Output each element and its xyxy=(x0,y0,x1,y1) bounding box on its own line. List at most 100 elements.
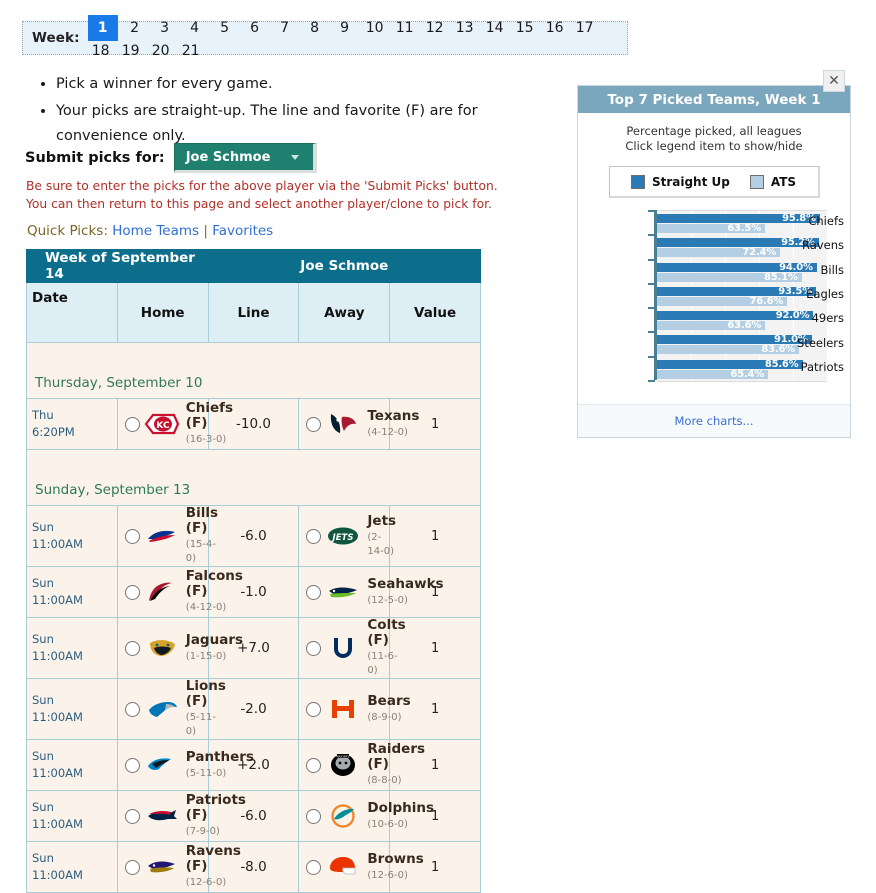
away-team-radio[interactable] xyxy=(306,757,322,773)
submit-warning-line-1: Be sure to enter the picks for the above… xyxy=(26,179,498,193)
home-team-radio[interactable] xyxy=(124,584,140,600)
week-link-6[interactable]: 6 xyxy=(243,18,267,38)
game-date-cell: Sun 11:00AM xyxy=(26,617,118,679)
column-header-home: Home xyxy=(116,282,209,343)
game-date-cell: Thu 6:20PM xyxy=(26,398,118,450)
instruction-item-2: Your picks are straight-up. The line and… xyxy=(56,99,550,149)
week-link-8[interactable]: 8 xyxy=(303,18,327,38)
week-link-7[interactable]: 7 xyxy=(273,18,297,38)
chart-bar-bills-ats: 85.1% xyxy=(657,272,802,283)
instructions-list: Pick a winner for every game.Your picks … xyxy=(30,72,550,151)
week-link-9[interactable]: 9 xyxy=(333,18,357,38)
home-team-name: Bills (F) xyxy=(185,505,219,536)
game-date-cell: Sun 11:00AM xyxy=(26,790,118,842)
svg-text:KC: KC xyxy=(156,421,170,431)
week-link-16[interactable]: 16 xyxy=(543,18,567,38)
close-icon[interactable]: ✕ xyxy=(823,70,845,92)
legend-label: Straight Up xyxy=(651,174,730,189)
away-team-record: (10-6-0) xyxy=(367,818,408,830)
more-charts-link[interactable]: More charts... xyxy=(674,414,753,428)
quick-picks-row: Quick Picks: Home Teams | Favorites xyxy=(27,223,273,239)
legend-swatch xyxy=(630,174,645,189)
home-team-radio[interactable] xyxy=(124,859,140,875)
chart-category-label: Chiefs xyxy=(808,214,844,229)
chart-bar-value: 63.5% xyxy=(727,223,761,234)
week-link-15[interactable]: 15 xyxy=(513,18,537,38)
away-team-radio[interactable] xyxy=(306,859,322,875)
week-selector: Week: 1 2 3 4 5 6 7 8 9 10 11 12 13 14 15 16 1718 19 20 21 xyxy=(22,15,628,59)
jets-logo-icon: JETS xyxy=(324,521,362,551)
home-team-radio[interactable] xyxy=(124,757,140,773)
chart-legend-item-ats[interactable]: ATS xyxy=(749,174,796,189)
home-team-name: Patriots (F) xyxy=(185,792,246,823)
week-link-14[interactable]: 14 xyxy=(483,18,507,38)
away-team-radio[interactable] xyxy=(306,808,322,824)
week-link-13[interactable]: 13 xyxy=(453,18,477,38)
table-row: Sun 11:00AM Panthers (5-11-0) +2.0 RAIDERS Rai… xyxy=(26,739,481,791)
home-team-cell: Patriots (F) (7-9-0) xyxy=(116,790,246,842)
game-day: Sun xyxy=(32,693,54,707)
week-link-10[interactable]: 10 xyxy=(363,18,387,38)
home-team-cell: Falcons (F) (4-12-0) xyxy=(116,566,243,618)
week-link-11[interactable]: 11 xyxy=(393,18,417,38)
week-link-20[interactable]: 20 xyxy=(149,41,173,61)
away-team-cell: Dolphins (10-6-0) xyxy=(298,790,434,842)
svg-text:RAIDERS: RAIDERS xyxy=(337,755,350,759)
away-team-radio[interactable] xyxy=(306,528,322,544)
dolphins-logo-icon xyxy=(324,801,362,831)
chart-category-label: Bills xyxy=(820,262,844,277)
game-date-cell: Sun 11:00AM xyxy=(26,505,118,567)
week-link-19[interactable]: 19 xyxy=(119,41,143,61)
week-link-21[interactable]: 21 xyxy=(179,41,203,61)
home-team-radio[interactable] xyxy=(124,640,140,656)
chart-bar-eagles-ats: 76.6% xyxy=(657,296,788,307)
chevron-down-icon xyxy=(290,155,299,160)
away-team-radio[interactable] xyxy=(306,701,322,717)
quick-picks-home-teams-link[interactable]: Home Teams xyxy=(112,223,199,239)
week-link-2[interactable]: 2 xyxy=(123,18,147,38)
week-link-4[interactable]: 4 xyxy=(183,18,207,38)
week-link-1[interactable]: 1 xyxy=(87,15,118,41)
away-team-radio[interactable] xyxy=(306,640,322,656)
quick-picks-favorites-link[interactable]: Favorites xyxy=(212,223,273,239)
game-date-cell: Sun 11:00AM xyxy=(26,566,118,618)
week-link-17[interactable]: 17 xyxy=(573,18,597,38)
chart-category-label: Ravens xyxy=(802,238,844,253)
player-select-dropdown[interactable]: Joe Schmoe xyxy=(173,143,317,173)
game-time: 11:00AM xyxy=(32,868,83,882)
away-team-radio[interactable] xyxy=(306,584,322,600)
column-header-value: Value xyxy=(389,282,481,343)
game-value: 1 xyxy=(389,505,481,567)
bills-logo-icon xyxy=(143,521,181,551)
ravens-logo-icon xyxy=(143,852,181,882)
home-team-radio[interactable] xyxy=(124,416,140,432)
away-team-name: Browns xyxy=(367,850,424,867)
home-team-radio[interactable] xyxy=(124,701,140,717)
chart-bar-ravens-ats: 72.4% xyxy=(657,247,781,258)
chart-category-label: Patriots xyxy=(800,359,844,374)
week-link-5[interactable]: 5 xyxy=(213,18,237,38)
away-team-name: Texans xyxy=(367,407,420,424)
home-team-radio[interactable] xyxy=(124,528,140,544)
week-link-12[interactable]: 12 xyxy=(423,18,447,38)
home-team-record: (4-12-0) xyxy=(185,602,227,613)
away-team-radio[interactable] xyxy=(306,416,322,432)
home-team-radio[interactable] xyxy=(124,808,140,824)
home-team-cell: KC Chiefs (F) (16-3-0) xyxy=(116,398,233,450)
week-link-18[interactable]: 18 xyxy=(89,41,113,61)
home-team-name: Chiefs (F) xyxy=(185,400,234,431)
away-team-cell: Texans (4-12-0) xyxy=(298,398,419,450)
games-section-header-label: Thursday, September 10 xyxy=(26,342,481,399)
chart-legend-item-straight-up[interactable]: Straight Up xyxy=(630,174,730,189)
table-row: Sun 11:00AM Ravens (F) (12-6-0) -8.0 Browns (1… xyxy=(26,841,481,893)
game-day: Sun xyxy=(32,749,54,763)
week-link-3[interactable]: 3 xyxy=(153,18,177,38)
game-time: 11:00AM xyxy=(32,766,83,780)
bears-logo-icon xyxy=(324,694,362,724)
games-table-header-row: Date Home Line Away Value xyxy=(26,282,481,343)
quick-picks-separator: | xyxy=(203,223,208,239)
chart-bar-value: 65.4% xyxy=(730,368,765,380)
chart-subtitle: Percentage picked, all leagues Click leg… xyxy=(578,124,850,154)
chart-subtitle-line-1: Percentage picked, all leagues xyxy=(626,124,802,138)
table-row: Sun 11:00AM Bills (F) (15-4-0) -6.0 JETS Jets (… xyxy=(26,505,481,567)
